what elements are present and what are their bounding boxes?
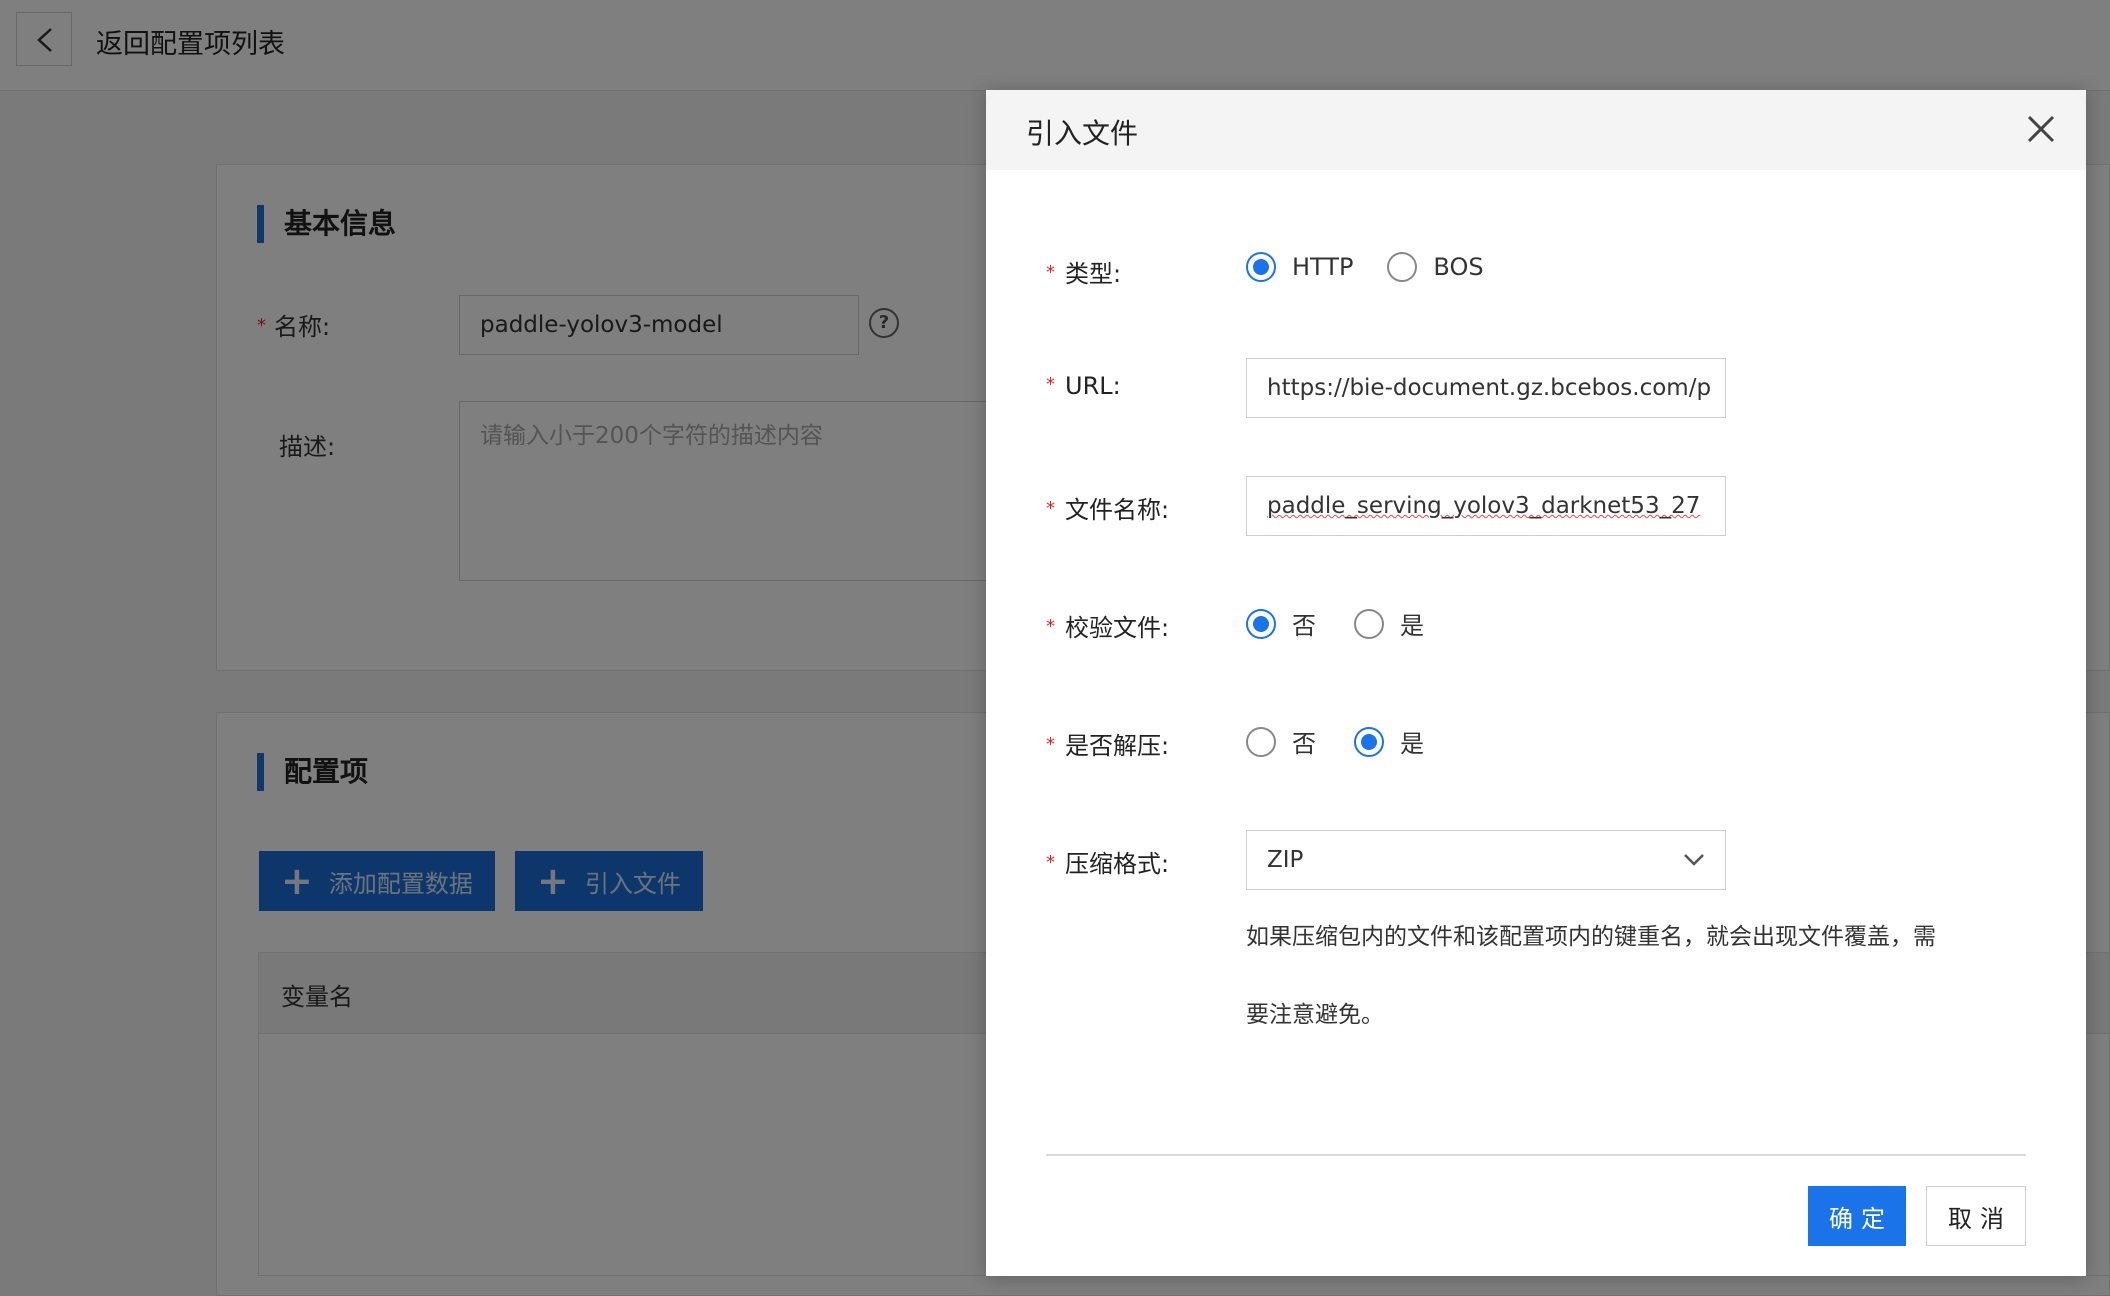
radio-unchecked-icon bbox=[1387, 252, 1418, 282]
url-label: * URL: bbox=[1046, 372, 1121, 400]
chevron-down-icon bbox=[1684, 854, 1704, 866]
format-hint: 如果压缩包内的文件和该配置项内的键重名，就会出现文件覆盖，需 要注意避免。 bbox=[1246, 924, 1936, 1028]
confirm-button[interactable]: 确定 bbox=[1808, 1186, 1906, 1246]
radio-unchecked-icon bbox=[1246, 726, 1276, 757]
unzip-label: * 是否解压: bbox=[1046, 732, 1170, 760]
cancel-button[interactable]: 取消 bbox=[1926, 1186, 2026, 1246]
unzip-radio-yes[interactable]: 是 bbox=[1354, 724, 1424, 759]
verify-radio-yes[interactable]: 是 bbox=[1354, 606, 1424, 641]
verify-radio-no[interactable]: 否 bbox=[1246, 606, 1316, 641]
verify-label: * 校验文件: bbox=[1046, 614, 1170, 642]
format-label: * 压缩格式: bbox=[1046, 850, 1170, 878]
filename-input[interactable]: paddle_serving_yolov3_darknet53_27 bbox=[1246, 476, 1726, 536]
type-radio-group: HTTP BOS bbox=[1246, 252, 1518, 282]
dialog-title: 引入文件 bbox=[1026, 117, 1139, 150]
unzip-radio-no[interactable]: 否 bbox=[1246, 724, 1316, 759]
unzip-radio-group: 否 是 bbox=[1246, 724, 1458, 759]
dialog-header: 引入文件 bbox=[986, 90, 2086, 170]
footer-divider bbox=[1046, 1154, 2026, 1156]
radio-unchecked-icon bbox=[1354, 608, 1384, 639]
type-label: * 类型: bbox=[1046, 260, 1122, 288]
type-radio-http[interactable]: HTTP bbox=[1246, 252, 1353, 282]
url-input[interactable]: https://bie-document.gz.bcebos.com/p bbox=[1246, 358, 1726, 418]
filename-label: * 文件名称: bbox=[1046, 496, 1170, 524]
radio-checked-icon bbox=[1246, 608, 1276, 639]
import-file-dialog: 引入文件 * 类型: HTTP BOS * URL: https://bie-doc… bbox=[986, 90, 2086, 1276]
close-icon[interactable] bbox=[2024, 112, 2058, 146]
format-select[interactable]: ZIP bbox=[1246, 830, 1726, 890]
verify-radio-group: 否 是 bbox=[1246, 606, 1458, 641]
type-radio-bos[interactable]: BOS bbox=[1387, 252, 1484, 282]
radio-checked-icon bbox=[1246, 252, 1276, 282]
radio-checked-icon bbox=[1354, 726, 1384, 757]
